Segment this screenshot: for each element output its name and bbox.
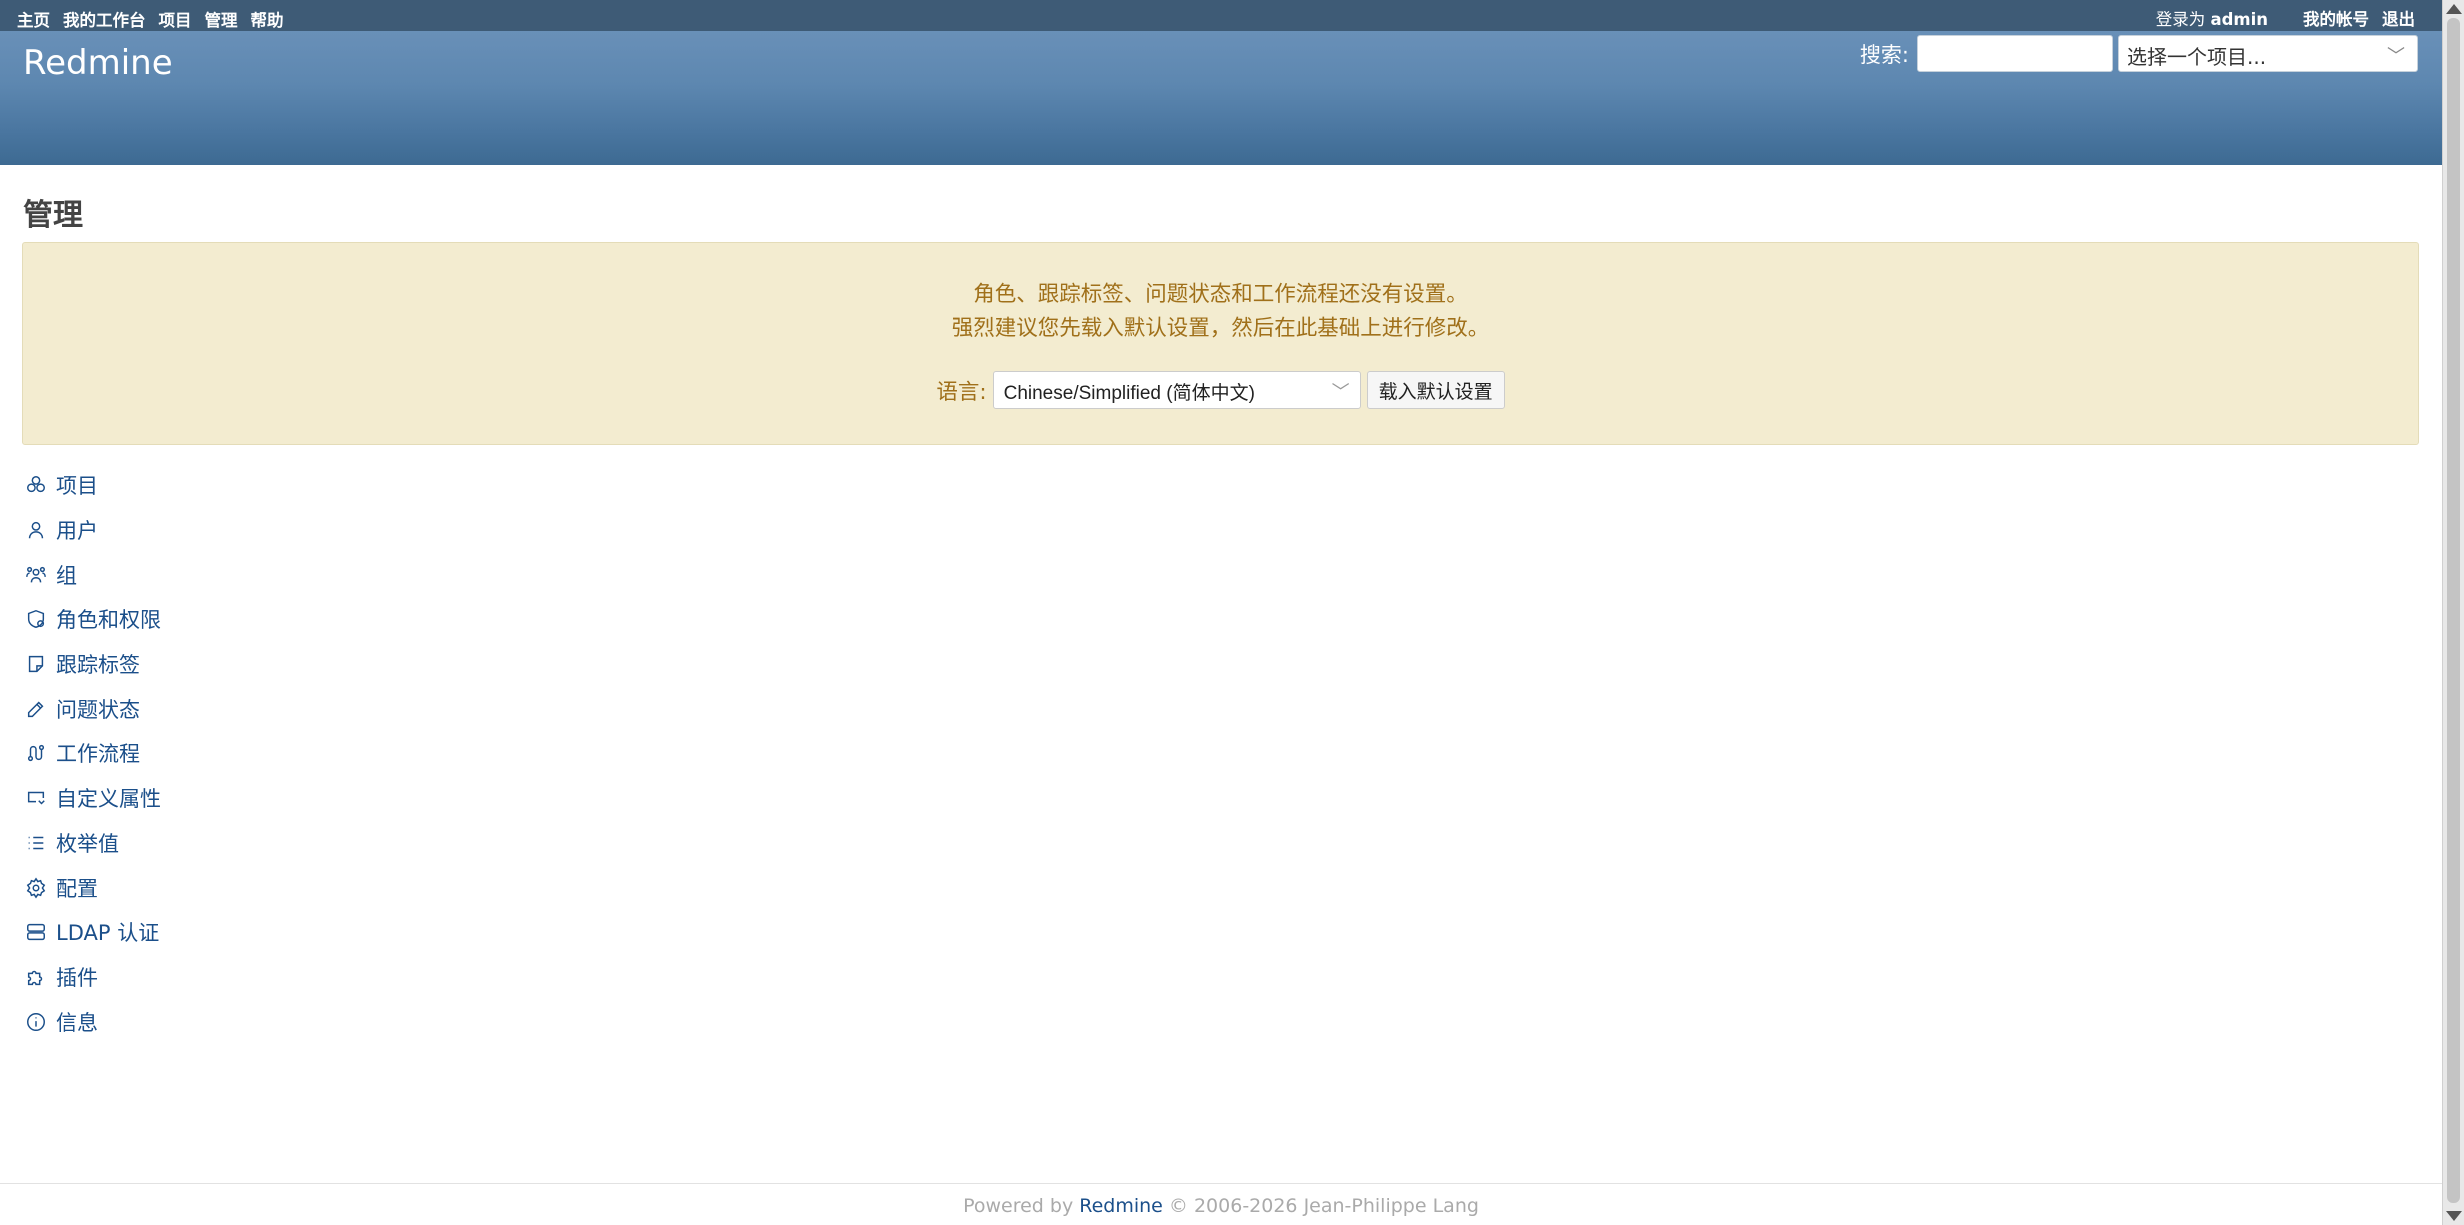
app-title: Redmine [23, 43, 173, 83]
admin-menu-enumerations[interactable]: 枚举值 [24, 821, 161, 866]
top-menu-links: 主页 我的工作台 项目 管理 帮助 [17, 7, 297, 31]
admin-menu-label: 配置 [56, 876, 98, 901]
admin-menu-label: 项目 [56, 474, 98, 499]
top-menu-administration[interactable]: 管理 [205, 7, 238, 31]
vertical-scrollbar[interactable] [2442, 0, 2464, 1225]
language-label: 语言: [936, 379, 987, 405]
workflow-icon [24, 741, 48, 765]
group-icon [24, 563, 48, 587]
project-jump-select[interactable]: 选择一个项目... ﹀ [2118, 35, 2418, 72]
page-title: 管理 [23, 198, 83, 233]
admin-menu-projects[interactable]: 项目 [24, 463, 161, 508]
admin-menu-label: LDAP 认证 [56, 921, 160, 946]
quick-search: 搜索: 选择一个项目... ﹀ [1860, 35, 2418, 72]
header: Redmine 搜索: 选择一个项目... ﹀ [0, 31, 2442, 165]
admin-menu-roles[interactable]: 角色和权限 [24, 597, 161, 642]
page: 主页 我的工作台 项目 管理 帮助 登录为 admin 我的帐号 退出 Redm… [0, 0, 2464, 1225]
admin-menu-custom-fields[interactable]: 自定义属性 [24, 776, 161, 821]
admin-menu-issue-statuses[interactable]: 问题状态 [24, 686, 161, 731]
account-menu: 登录为 admin 我的帐号 退出 [2156, 6, 2415, 30]
gear-icon [24, 876, 48, 900]
top-menu-my-page[interactable]: 我的工作台 [63, 7, 146, 31]
top-menu-home[interactable]: 主页 [17, 7, 50, 31]
scrollbar-thumb[interactable] [2447, 18, 2460, 1203]
footer-powered-by: Powered by [963, 1195, 1074, 1217]
info-icon [24, 1010, 48, 1034]
admin-menu-label: 插件 [56, 965, 98, 990]
admin-menu-plugins[interactable]: 插件 [24, 955, 161, 1000]
admin-menu-label: 枚举值 [56, 831, 119, 856]
admin-menu-info[interactable]: 信息 [24, 999, 161, 1044]
logged-user-link[interactable]: admin [2210, 10, 2268, 29]
footer: Powered by Redmine © 2006-2026 Jean-Phil… [0, 1183, 2442, 1225]
admin-menu-trackers[interactable]: 跟踪标签 [24, 642, 161, 687]
admin-menu-label: 角色和权限 [56, 608, 161, 633]
admin-menu: 项目 用户 组 角色和权限 跟踪标签 问题状态 工作流程 自定义属性 枚举值 配… [24, 463, 161, 1044]
logout-link[interactable]: 退出 [2382, 6, 2415, 30]
scroll-down-icon[interactable] [2446, 1211, 2462, 1221]
admin-menu-label: 用户 [56, 519, 98, 544]
language-select[interactable]: Chinese/Simplified (简体中文) ﹀ [992, 371, 1361, 409]
search-label: 搜索: [1859, 42, 1909, 67]
project-jump-placeholder: 选择一个项目... [2127, 45, 2267, 69]
puzzle-icon [24, 965, 48, 989]
edit-icon [24, 697, 48, 721]
top-menu-projects[interactable]: 项目 [159, 7, 192, 31]
footer-copyright: © 2006-2026 Jean-Philippe Lang [1168, 1195, 1479, 1217]
notice-line-1: 角色、跟踪标签、问题状态和工作流程还没有设置。 [973, 282, 1468, 307]
admin-menu-label: 工作流程 [56, 742, 140, 767]
scroll-up-icon[interactable] [2446, 4, 2462, 14]
load-default-config-button[interactable]: 载入默认设置 [1366, 371, 1505, 409]
custom-fields-icon [24, 786, 48, 810]
my-account-link[interactable]: 我的帐号 [2303, 6, 2369, 30]
notice-line-2: 强烈建议您先载入默认设置，然后在此基础上进行修改。 [951, 316, 1490, 341]
admin-menu-workflows[interactable]: 工作流程 [24, 731, 161, 776]
shield-icon [24, 607, 48, 631]
logged-as-label: 登录为 [2155, 10, 2206, 29]
search-input[interactable] [1917, 35, 2113, 72]
default-config-notice: 角色、跟踪标签、问题状态和工作流程还没有设置。 强烈建议您先载入默认设置，然后在… [22, 242, 2419, 445]
language-select-value: Chinese/Simplified (简体中文) [1003, 383, 1255, 404]
admin-menu-label: 跟踪标签 [56, 653, 140, 678]
admin-menu-users[interactable]: 用户 [24, 508, 161, 553]
tracker-icon [24, 652, 48, 676]
admin-menu-ldap[interactable]: LDAP 认证 [24, 910, 161, 955]
projects-icon [24, 473, 48, 497]
admin-menu-settings[interactable]: 配置 [24, 865, 161, 910]
top-menu: 主页 我的工作台 项目 管理 帮助 登录为 admin 我的帐号 退出 [0, 0, 2442, 31]
chevron-down-icon: ﹀ [1331, 382, 1350, 402]
admin-menu-label: 组 [56, 563, 77, 588]
language-row: 语言: Chinese/Simplified (简体中文) ﹀ 载入默认设置 [23, 371, 2418, 409]
admin-menu-label: 信息 [56, 1010, 98, 1035]
footer-redmine-link[interactable]: Redmine [1079, 1195, 1163, 1217]
admin-menu-label: 自定义属性 [56, 787, 161, 812]
server-icon [24, 920, 48, 944]
admin-menu-label: 问题状态 [56, 697, 140, 722]
chevron-down-icon: ﹀ [2387, 46, 2405, 67]
logged-as: 登录为 admin [2156, 6, 2268, 30]
top-menu-help[interactable]: 帮助 [251, 7, 284, 31]
admin-menu-groups[interactable]: 组 [24, 552, 161, 597]
list-icon [24, 831, 48, 855]
user-icon [24, 518, 48, 542]
